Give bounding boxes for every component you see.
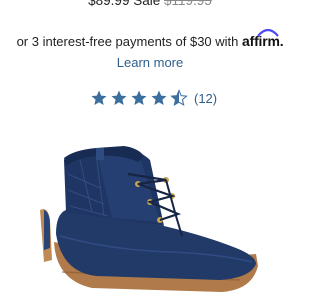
learn-more-link[interactable]: Learn more	[0, 55, 300, 70]
review-count[interactable]: (12)	[194, 91, 217, 106]
star-rating[interactable]: (12)	[90, 88, 217, 108]
navy-duck-boot-image	[40, 146, 258, 292]
original-price: $119.95	[164, 0, 212, 8]
installment-text: or 3 interest-free payments of $30 with	[16, 34, 239, 49]
star-full-icon	[131, 90, 147, 105]
star-full-icon	[91, 90, 107, 105]
affirm-logo: affirm.	[242, 28, 284, 49]
sale-label: Sale	[133, 0, 161, 8]
sale-price: $89.99	[88, 0, 130, 8]
star-full-icon	[111, 90, 127, 105]
installment-offer: or 3 interest-free payments of $30 with …	[0, 28, 300, 49]
star-half-icon	[170, 89, 188, 107]
affirm-arc-icon	[257, 28, 279, 37]
star-full-icon	[151, 90, 167, 105]
price-row: $89.99 Sale $119.95	[0, 0, 300, 8]
